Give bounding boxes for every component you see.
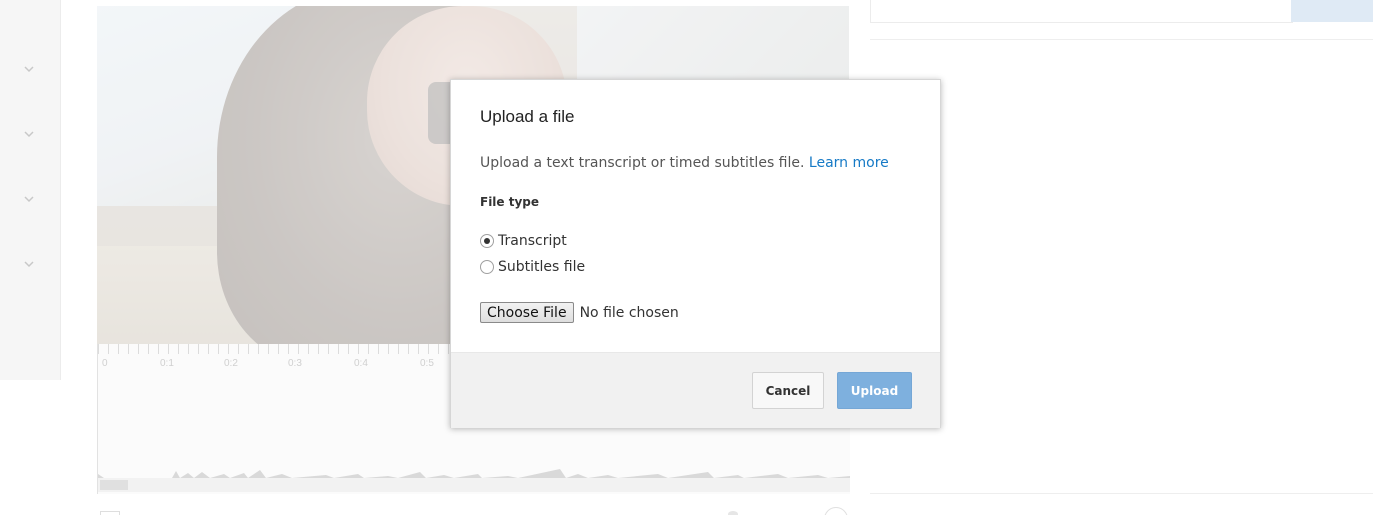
tick-label: 0:4: [354, 358, 368, 369]
tick-label: 0:3: [288, 358, 302, 369]
upload-file-dialog: Upload a file Upload a text transcript o…: [450, 79, 941, 428]
description-text: Upload a text transcript or timed subtit…: [480, 155, 805, 171]
dialog-body: Upload a file Upload a text transcript o…: [451, 80, 940, 352]
subtitle-editor-page: 0 0:1 0:2 0:3 0:4 0:5 Upload a file Uplo…: [0, 0, 1373, 515]
pause-while-typing-checkbox[interactable]: [100, 511, 120, 515]
subtitles-file-option[interactable]: Subtitles file: [480, 257, 585, 277]
dialog-footer: Cancel Upload: [451, 352, 940, 428]
file-type-label: File type: [480, 195, 540, 209]
tick-label: 0:2: [224, 358, 238, 369]
tick-label: 0:5: [420, 358, 434, 369]
transcript-radio[interactable]: [480, 234, 494, 248]
dialog-description: Upload a text transcript or timed subtit…: [480, 155, 889, 171]
transcript-option[interactable]: Transcript: [480, 231, 567, 251]
chevron-down-icon[interactable]: [22, 127, 36, 141]
dialog-title: Upload a file: [480, 107, 575, 126]
chevron-down-icon[interactable]: [22, 192, 36, 206]
learn-more-link[interactable]: Learn more: [809, 155, 889, 171]
timeline-scroll-thumb[interactable]: [100, 480, 128, 490]
add-caption-button[interactable]: [1291, 0, 1373, 22]
tick-label: 0: [102, 358, 108, 369]
transcript-label: Transcript: [498, 233, 567, 249]
video-side-handle: [428, 82, 452, 144]
subtitles-file-label: Subtitles file: [498, 259, 586, 275]
bottom-control[interactable]: [728, 511, 738, 515]
cancel-button[interactable]: Cancel: [752, 372, 824, 409]
audio-waveform: [98, 469, 850, 478]
chevron-down-icon[interactable]: [22, 62, 36, 76]
subtitles-file-radio[interactable]: [480, 260, 494, 274]
left-sidebar: [0, 0, 61, 380]
right-panel-divider: [870, 493, 1373, 494]
tick-label: 0:1: [160, 358, 174, 369]
upload-button[interactable]: Upload: [837, 372, 912, 409]
chevron-down-icon[interactable]: [22, 257, 36, 271]
caption-input[interactable]: [870, 0, 1293, 23]
right-panel-divider: [870, 39, 1373, 40]
file-picker: Choose File No file chosen: [480, 302, 679, 323]
no-file-chosen-text: No file chosen: [579, 304, 679, 321]
timeline-scrollbar[interactable]: [98, 478, 850, 492]
help-icon[interactable]: [824, 507, 848, 515]
choose-file-button[interactable]: Choose File: [480, 302, 574, 323]
